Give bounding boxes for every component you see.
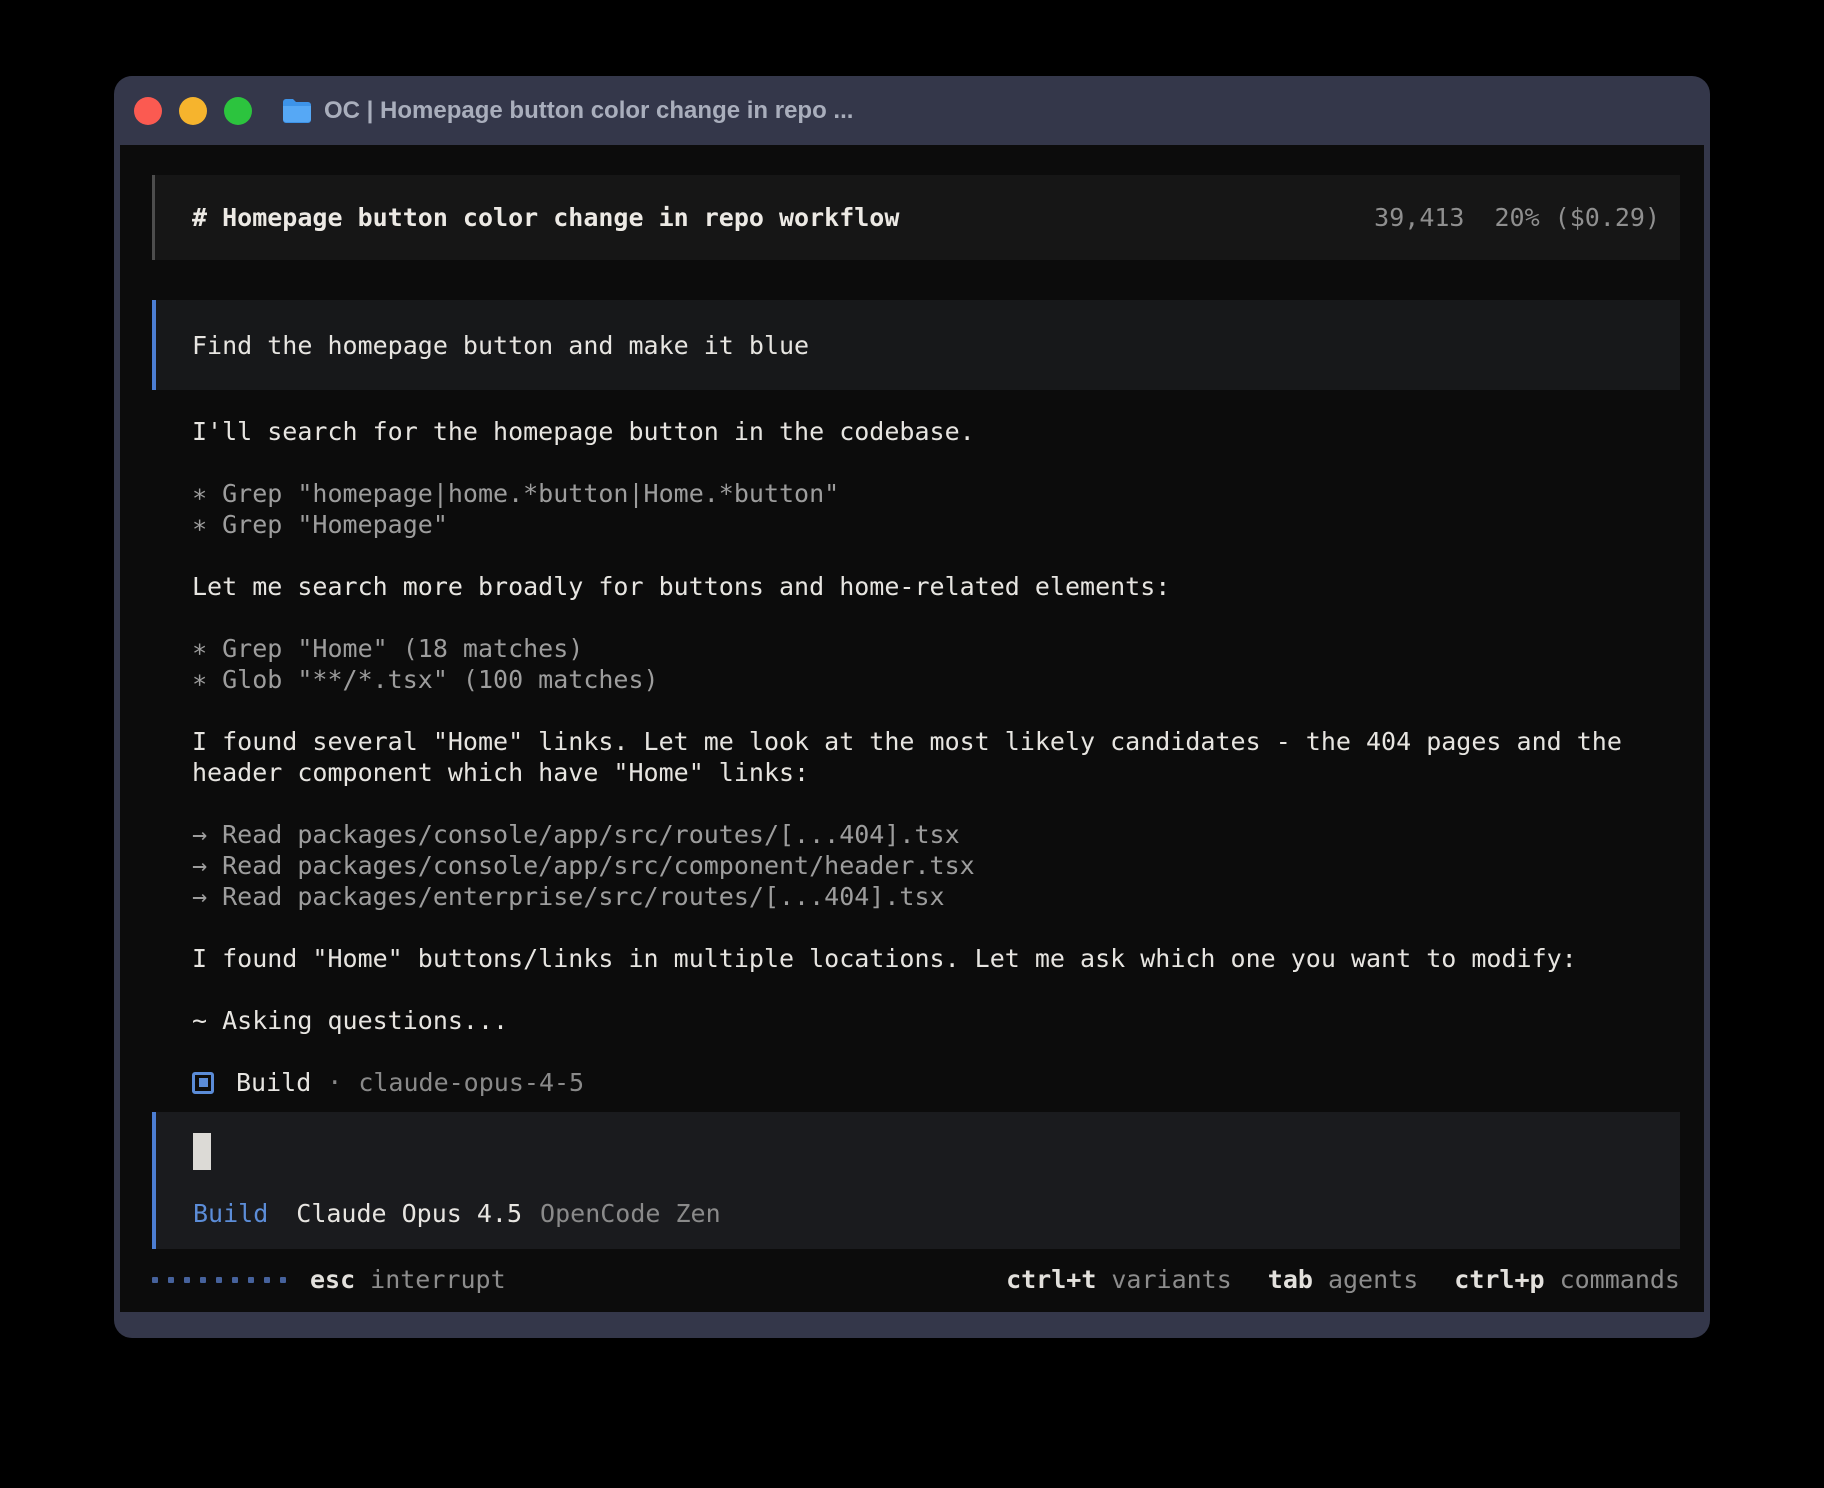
titlebar[interactable]: OC | Homepage button color change in rep… [114, 76, 1710, 145]
agent-model: claude-opus-4-5 [358, 1067, 584, 1098]
agent-status-row: Build · claude-opus-4-5 [192, 1067, 1680, 1098]
tool-call-grep: ∗ Grep "homepage|home.*button|Home.*butt… [192, 478, 1680, 509]
folder-icon [282, 98, 312, 124]
tool-call-glob: ∗ Glob "**/*.tsx" (100 matches) [192, 664, 1680, 695]
terminal-window: OC | Homepage button color change in rep… [114, 76, 1710, 1338]
input-agent-label[interactable]: Build [193, 1198, 268, 1229]
assistant-text: I found "Home" buttons/links in multiple… [192, 943, 1680, 974]
user-message: Find the homepage button and make it blu… [152, 300, 1680, 390]
input-provider-label: OpenCode Zen [540, 1198, 721, 1229]
assistant-text: I found several "Home" links. Let me loo… [192, 726, 1680, 788]
zoom-button[interactable] [224, 97, 252, 125]
tool-call-grep: ∗ Grep "Home" (18 matches) [192, 633, 1680, 664]
text-cursor [193, 1133, 211, 1170]
context-percent: 20% [1494, 203, 1539, 232]
assistant-text: Let me search more broadly for buttons a… [192, 571, 1680, 602]
prompt-input[interactable]: Build Claude Opus 4.5 OpenCode Zen [152, 1112, 1680, 1249]
status-text: ~ Asking questions... [192, 1005, 1680, 1036]
input-meta-row: Build Claude Opus 4.5 OpenCode Zen [193, 1198, 1680, 1229]
tool-call-read: → Read packages/console/app/src/routes/[… [192, 819, 1680, 850]
hint-agents: tabagents [1268, 1264, 1418, 1295]
activity-dots [152, 1277, 286, 1283]
terminal-content: # Homepage button color change in repo w… [120, 145, 1704, 1312]
session-stats: 39,413 20% ($0.29) [1374, 202, 1660, 233]
agent-name: Build [236, 1067, 311, 1098]
assistant-text: I'll search for the homepage button in t… [192, 416, 1680, 447]
assistant-transcript: I'll search for the homepage button in t… [192, 416, 1680, 1098]
tool-call-read: → Read packages/console/app/src/componen… [192, 850, 1680, 881]
session-cost: ($0.29) [1555, 203, 1660, 232]
input-model-label[interactable]: Claude Opus 4.5 [296, 1198, 522, 1229]
minimize-button[interactable] [179, 97, 207, 125]
session-title: # Homepage button color change in repo w… [192, 202, 899, 233]
traffic-lights [134, 97, 252, 125]
tool-call-read: → Read packages/enterprise/src/routes/[.… [192, 881, 1680, 912]
token-count: 39,413 [1374, 203, 1464, 232]
window-title: OC | Homepage button color change in rep… [324, 97, 853, 125]
hint-commands: ctrl+pcommands [1454, 1264, 1680, 1295]
separator-dot: · [327, 1067, 342, 1098]
tool-call-grep: ∗ Grep "Homepage" [192, 509, 1680, 540]
hint-variants: ctrl+tvariants [1006, 1264, 1232, 1295]
agent-build-icon [192, 1072, 214, 1094]
close-button[interactable] [134, 97, 162, 125]
user-message-text: Find the homepage button and make it blu… [192, 330, 809, 361]
esc-key-label: interrupt [370, 1265, 505, 1294]
session-header: # Homepage button color change in repo w… [152, 175, 1680, 260]
esc-key-hint: esc [310, 1265, 355, 1294]
footer-hint-bar: esc interrupt ctrl+tvariants tabagents ct… [152, 1264, 1680, 1295]
